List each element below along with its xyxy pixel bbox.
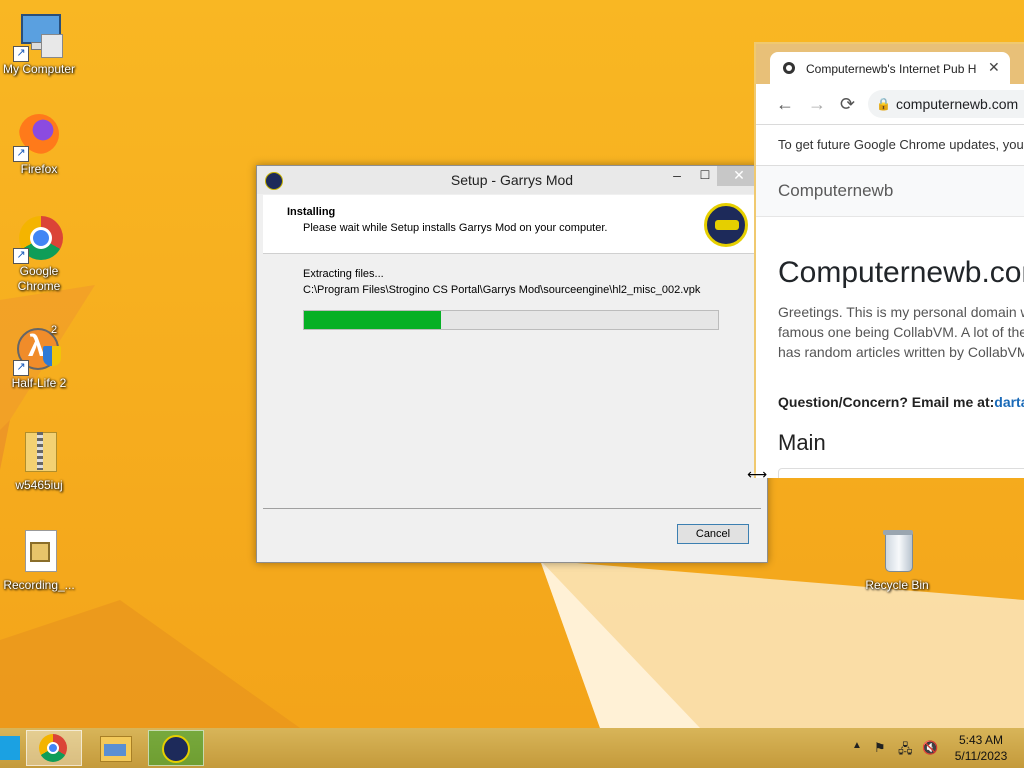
shortcut-arrow-icon: ↗ xyxy=(13,46,29,62)
clock[interactable]: 5:43 AM 5/11/2023 xyxy=(948,732,1014,764)
intro-line-1: Greetings. This is my personal domain w xyxy=(778,304,1024,320)
site-favicon-icon xyxy=(782,61,795,74)
url-text: computernewb.com xyxy=(896,96,1019,112)
computer-icon: ↗ xyxy=(13,12,63,62)
garrys-mod-logo-icon xyxy=(704,203,748,247)
zip-folder-icon xyxy=(15,428,63,476)
zip-folder-desktop-icon[interactable]: w5465iuj xyxy=(0,428,80,493)
setup-dialog: Setup - Garrys Mod – ☐ ✕ Installing Plea… xyxy=(256,165,768,563)
cancel-button[interactable]: Cancel xyxy=(677,524,749,544)
intro-line-3: has random articles written by CollabVM xyxy=(778,344,1024,360)
volume-muted-icon[interactable]: 🔇 xyxy=(922,740,938,756)
tab-title: Computernewb's Internet Pub H xyxy=(806,62,977,76)
contact-line: Question/Concern? Email me at:darta xyxy=(778,394,1024,410)
lock-icon: 🔒 xyxy=(876,97,891,111)
setup-body: Extracting files... C:\Program Files\Str… xyxy=(263,254,761,508)
page-title: Computernewb.com xyxy=(778,256,1024,289)
my-computer-desktop-icon[interactable]: ↗ My Computer xyxy=(0,12,80,77)
installing-subheading: Please wait while Setup installs Garrys … xyxy=(303,222,608,234)
half-life-lambda-icon: λ 2 ↗ xyxy=(13,324,63,376)
progress-fill xyxy=(304,311,441,329)
desktop-icon-label: Google Chrome xyxy=(17,264,61,293)
recycle-bin-icon xyxy=(873,528,921,576)
separator xyxy=(263,508,761,509)
intro-line-2: famous one being CollabVM. A lot of the xyxy=(778,324,1024,340)
email-link[interactable]: darta xyxy=(994,394,1024,410)
resize-cursor-icon: ⟷ xyxy=(747,466,768,482)
site-brand-link[interactable]: Computernewb xyxy=(778,181,893,201)
back-icon[interactable]: ← xyxy=(776,94,794,115)
chrome-tab[interactable]: Computernewb's Internet Pub H ✕ xyxy=(770,52,1010,84)
firefox-icon: ↗ xyxy=(13,112,63,162)
chrome-icon: ↗ xyxy=(13,214,63,264)
desktop-icon-label: w5465iuj xyxy=(15,478,63,492)
action-center-flag-icon[interactable]: ⚑ xyxy=(874,740,886,756)
network-icon[interactable]: 🖧 xyxy=(898,740,913,762)
main-section-heading: Main xyxy=(778,430,826,455)
tab-close-icon[interactable]: ✕ xyxy=(988,59,1000,76)
desktop-icon-label: Firefox xyxy=(20,162,58,176)
clock-date: 5/11/2023 xyxy=(954,749,1008,763)
status-text: Extracting files... xyxy=(303,268,384,280)
setup-titlebar[interactable]: Setup - Garrys Mod – ☐ ✕ xyxy=(257,166,767,194)
desktop-icon-label: Recycle Bin xyxy=(865,578,929,592)
desktop-icon-label: My Computer xyxy=(2,62,76,76)
chrome-toolbar: ← → ⟳ 🔒 computernewb.com xyxy=(756,84,1024,125)
chrome-tabstrip: Computernewb's Internet Pub H ✕ xyxy=(756,44,1024,84)
reload-icon[interactable]: ⟳ xyxy=(840,94,855,115)
shortcut-arrow-icon: ↗ xyxy=(13,146,29,162)
start-button[interactable] xyxy=(0,736,20,760)
infobar-text: To get future Google Chrome updates, you xyxy=(778,137,1024,152)
file-path-text: C:\Program Files\Strogino CS Portal\Garr… xyxy=(303,284,701,296)
setup-header: Installing Please wait while Setup insta… xyxy=(263,195,761,254)
chrome-window: Computernewb's Internet Pub H ✕ ← → ⟳ 🔒 … xyxy=(754,42,1024,478)
installing-heading: Installing xyxy=(287,206,336,218)
update-infobar: To get future Google Chrome updates, you xyxy=(756,125,1024,166)
taskbar-setup-button[interactable] xyxy=(148,730,204,766)
desktop: ↗ My Computer ↗ Firefox ↗ Google Chrome … xyxy=(0,0,1024,728)
taskbar-file-explorer-button[interactable] xyxy=(88,730,144,766)
install-progress-bar xyxy=(303,310,719,330)
recording-desktop-icon[interactable]: Recording_... xyxy=(0,528,80,593)
taskbar-chrome-button[interactable] xyxy=(26,730,82,766)
forward-icon[interactable]: → xyxy=(808,94,826,115)
image-file-icon xyxy=(15,528,63,576)
google-chrome-desktop-icon[interactable]: ↗ Google Chrome xyxy=(0,214,80,294)
shortcut-arrow-icon: ↗ xyxy=(13,360,29,376)
main-card xyxy=(778,468,1024,478)
maximize-button[interactable]: ☐ xyxy=(691,166,719,186)
shortcut-arrow-icon: ↗ xyxy=(13,248,29,264)
clock-time: 5:43 AM xyxy=(958,733,1004,747)
half-life-2-desktop-icon[interactable]: λ 2 ↗ Half-Life 2 xyxy=(0,324,80,391)
address-bar[interactable]: 🔒 computernewb.com xyxy=(868,90,1024,118)
desktop-icon-label: Recording_... xyxy=(3,578,75,592)
show-hidden-icons-button[interactable]: ▲ xyxy=(852,740,862,751)
taskbar: ▲ ⚑ 🖧 🔇 5:43 AM 5/11/2023 xyxy=(0,728,1024,768)
minimize-button[interactable]: – xyxy=(663,166,691,186)
site-navbar: Computernewb xyxy=(756,166,1024,217)
garrys-mod-icon xyxy=(162,735,190,763)
recycle-bin-desktop-icon[interactable]: Recycle Bin xyxy=(856,528,938,593)
contact-question: Question/Concern? Email me at: xyxy=(778,394,995,410)
firefox-desktop-icon[interactable]: ↗ Firefox xyxy=(0,112,80,177)
half-life-badge: 2 xyxy=(51,324,58,336)
desktop-icon-label: Half-Life 2 xyxy=(11,376,67,390)
page-content: Computernewb Computernewb.com Greetings.… xyxy=(756,166,1024,478)
